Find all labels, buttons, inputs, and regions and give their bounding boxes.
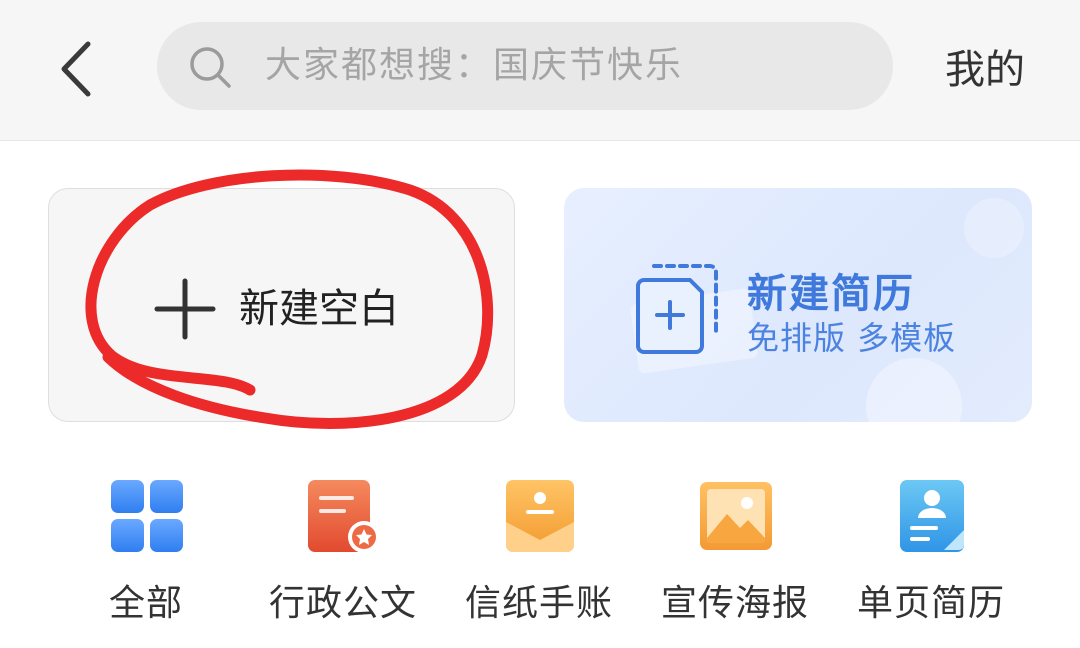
search-input[interactable]: 大家都想搜：国庆节快乐	[157, 22, 893, 110]
top-bar: 大家都想搜：国庆节快乐 我的	[0, 0, 1080, 141]
resume-page-icon	[900, 480, 964, 552]
category-label: 全部	[108, 583, 183, 624]
official-document-icon	[308, 480, 380, 553]
letter-paper-icon	[506, 480, 574, 552]
category-label: 行政公文	[268, 583, 417, 624]
back-button[interactable]	[52, 40, 102, 98]
category-letter-paper[interactable]: 信纸手账	[449, 470, 629, 630]
category-resume-page[interactable]: 单页简历	[841, 470, 1021, 630]
new-document-icon	[636, 264, 718, 354]
grid-icon	[111, 480, 183, 552]
category-label: 宣传海报	[660, 583, 809, 624]
search-icon	[190, 47, 231, 88]
new-blank-card[interactable]: 新建空白	[48, 188, 515, 422]
chevron-left-icon	[61, 41, 91, 97]
new-blank-label: 新建空白	[239, 286, 399, 332]
mine-link[interactable]: 我的	[930, 0, 1040, 140]
plus-icon	[154, 278, 216, 340]
category-label: 信纸手账	[464, 583, 613, 624]
new-resume-subtitle: 免排版 多模板	[747, 319, 957, 357]
poster-image-icon	[700, 482, 772, 550]
category-label: 单页简历	[856, 583, 1005, 624]
category-all[interactable]: 全部	[56, 470, 236, 630]
search-placeholder: 大家都想搜：国庆节快乐	[265, 45, 684, 86]
category-poster[interactable]: 宣传海报	[645, 470, 825, 630]
new-resume-card[interactable]: 新建简历 免排版 多模板	[564, 188, 1032, 422]
category-official-document[interactable]: 行政公文	[253, 470, 433, 630]
new-resume-title: 新建简历	[747, 271, 915, 317]
